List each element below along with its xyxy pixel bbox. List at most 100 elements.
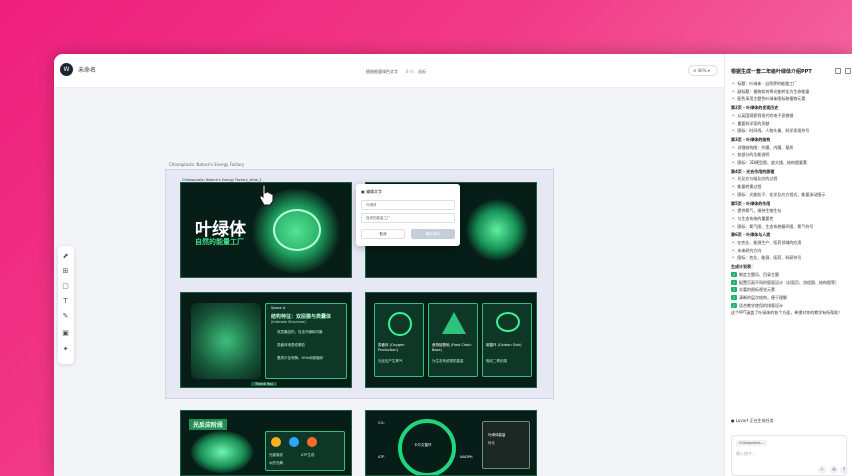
chevron-down-icon: ▾	[706, 68, 710, 73]
panel-item: 类囊体堆叠成基粒	[277, 343, 305, 347]
frame-tool-icon[interactable]: ⊞	[61, 267, 70, 276]
task-status: ● Lovart 正在生成任务	[731, 418, 774, 423]
chat-checklist-item: 适合教学使用的排版设计	[731, 302, 851, 310]
subtitle-field[interactable]: 自然的能量工厂	[361, 213, 455, 223]
send-icon[interactable]: ↑	[840, 466, 848, 474]
chat-line: 图标：氧气图、生态系统循环图、氧气符号	[731, 223, 851, 231]
chat-line: 在农业、能源生产、医药领域的应用	[731, 239, 851, 247]
card-subtitle: 转化	[488, 441, 495, 445]
slide-title[interactable]: 光反应阶段	[189, 419, 228, 430]
chloroplast-illustration	[466, 199, 528, 261]
chat-line: 重要科学家的贡献	[731, 120, 851, 128]
slide-subtitle[interactable]: 自然的能量工厂	[195, 237, 244, 247]
pen-tool-icon[interactable]: ✎	[61, 312, 70, 321]
chat-panel: 根据生成一套二年级叶绿体介绍PPT 标题：叶绿体 · 自然界的能量工厂副标题：植…	[724, 54, 852, 476]
document-name[interactable]: 植物能量绿色文字	[366, 69, 398, 75]
chat-line: 各部分的功能说明	[731, 151, 851, 159]
chat-checklist-item: 制定主题风、目录主题	[731, 271, 851, 279]
slide-button[interactable]: Thank You	[251, 382, 277, 386]
cycle-center: 卡尔文循环	[414, 443, 432, 447]
chloroplast-illustration	[191, 431, 253, 473]
app-window: W 未命名 植物能量绿色文字 8 m 画板 ⊖ 46% ▾ ⬈ ⊞ ▢ T ✎ …	[54, 54, 852, 476]
slide-light-reaction[interactable]: 光反应阶段 光能吸收 水的光解 ATP生成	[180, 410, 352, 476]
attachment-chip[interactable]: Chloroplasts...	[736, 440, 767, 446]
chat-line: 副标题：植物如何将光能转化为生命能量	[731, 88, 851, 96]
chat-line: 提供氧气，维持生物生存	[731, 207, 851, 215]
panel-heading: Space A	[271, 306, 286, 310]
rectangle-tool-icon[interactable]: ▢	[61, 282, 70, 291]
panel-item: 双层膜结构，包含外膜和内膜	[277, 330, 323, 334]
chat-line: 能量转换过程	[731, 183, 851, 191]
card-desc: 为生态系统提供能量	[432, 359, 464, 363]
share-icon[interactable]	[835, 68, 841, 74]
cancel-button[interactable]: 取消	[361, 229, 405, 239]
cycle-label: ATP	[378, 455, 385, 459]
avatar[interactable]: W	[60, 63, 73, 76]
slide-structure[interactable]: Space A 结构特征：双层膜与类囊体 (Intimate Structure…	[180, 292, 352, 388]
expand-icon[interactable]	[845, 68, 851, 74]
sun-icon	[271, 437, 281, 447]
card-desc: 光反应产生氧气	[378, 359, 403, 363]
globe-icon	[388, 312, 412, 336]
top-bar: W 未命名 植物能量绿色文字 8 m 画板 ⊖ 46% ▾	[54, 54, 724, 88]
chat-line: 图标：光能粒子、化学反应方程式、能量流动图示	[731, 191, 851, 199]
text-tool-icon[interactable]: T	[61, 297, 70, 306]
chat-line: 配色采用主题色叶绿体图标和植物元素	[731, 95, 851, 103]
chat-section-heading: 第6页 - 叶绿体与人类	[731, 232, 771, 238]
document-action[interactable]: 画板	[418, 69, 426, 75]
step-label: 水的光解	[269, 461, 283, 465]
chat-line: 从英国观察到现代的电子显微镜	[731, 112, 851, 120]
chat-line: 详细结构图：外膜、内膜、基质	[731, 144, 851, 152]
chat-section-heading: 第2页 - 叶绿体的发现历史	[731, 105, 779, 111]
atp-icon	[307, 437, 317, 447]
panel-title[interactable]: 结构特征：双层膜与类囊体	[271, 313, 331, 320]
edit-text-dialog: ▣ 编辑文字 叶绿体 自然的能量工厂 取消 确认修改	[356, 184, 460, 246]
water-icon	[289, 437, 299, 447]
chat-section-heading: 第3页 - 叶绿体的结构	[731, 136, 771, 142]
chloroplast-core	[273, 209, 321, 251]
image-tool-icon[interactable]: ▣	[61, 329, 70, 338]
hand-cursor-icon	[259, 184, 274, 206]
title-field[interactable]: 叶绿体	[361, 200, 455, 210]
cell-illustration	[191, 303, 261, 379]
attach-icon[interactable]: ⊕	[830, 466, 838, 474]
chat-section-heading: 生成计划表：	[731, 264, 755, 270]
chat-input-placeholder[interactable]: 输入指令...	[736, 451, 756, 457]
role-card	[482, 303, 532, 377]
chat-line: 图标：时间线、人物头像、科学发现符号	[731, 127, 851, 135]
cycle-label: NADPH	[460, 455, 473, 459]
slide-calvin-cycle[interactable]: 卡尔文循环 CO₂ ATP NADPH 叶绿体能量 转化	[365, 410, 537, 476]
board-label[interactable]: Chloroplasts: Nature's Energy Factory	[169, 162, 244, 167]
confirm-button[interactable]: 确认修改	[411, 229, 455, 239]
chat-line: 标题：叶绿体 · 自然界的能量工厂	[731, 80, 851, 88]
cloud-icon	[496, 312, 520, 332]
zoom-select[interactable]: ⊖ 46% ▾	[688, 65, 718, 76]
pyramid-icon	[442, 312, 466, 334]
chat-checklist-item: 配置页面不同的版面设计（封面页、流程图、结构图等）	[731, 279, 851, 287]
chat-title: 根据生成一套二年级叶绿体介绍PPT	[731, 69, 812, 75]
panel-en: (Intimate Structure)	[271, 320, 306, 324]
card-title: 叶绿体能量	[488, 433, 506, 437]
chat-checklist-item: 丰富的图标视觉元素	[731, 286, 851, 294]
bulb-icon[interactable]: ✧	[818, 466, 826, 474]
chat-line: 图标：农业、能源、医药、科研符号	[731, 254, 851, 262]
role-card	[428, 303, 478, 377]
chat-section-heading: 第5页 - 叶绿体的作用	[731, 200, 771, 206]
chat-input[interactable]: Chloroplasts... 输入指令... ✧ ⊕ ↑	[731, 435, 848, 476]
dialog-title: ▣ 编辑文字	[361, 189, 383, 194]
slide-roles[interactable]: 类囊体 (Oxygen Production) 光反应产生氧气 食物链基础 (F…	[365, 292, 537, 388]
select-tool-icon[interactable]: ⬈	[61, 252, 70, 261]
step-label: 光能吸收	[269, 453, 283, 457]
zoom-level: 46%	[697, 68, 707, 73]
ai-tool-icon[interactable]: ✦	[61, 345, 70, 354]
design-canvas[interactable]: ⬈ ⊞ ▢ T ✎ ▣ ✦ Chloroplasts: Nature's Ene…	[54, 88, 724, 476]
card-desc: 吸收二氧化碳	[486, 359, 507, 363]
left-toolbar: ⬈ ⊞ ▢ T ✎ ▣ ✦	[58, 246, 74, 364]
role-card	[374, 303, 424, 377]
chat-line: 未来研究方向	[731, 247, 851, 255]
chat-line: 图标：3D模型图、放大镜、结构图要素	[731, 159, 851, 167]
chat-line: 与生态系统的重要性	[731, 215, 851, 223]
chat-message: 标题：叶绿体 · 自然界的能量工厂副标题：植物如何将光能转化为生命能量配色采用主…	[731, 80, 851, 317]
window-title[interactable]: 未命名	[78, 65, 96, 74]
card-title: 类囊体 (Oxygen Production)	[378, 343, 405, 352]
